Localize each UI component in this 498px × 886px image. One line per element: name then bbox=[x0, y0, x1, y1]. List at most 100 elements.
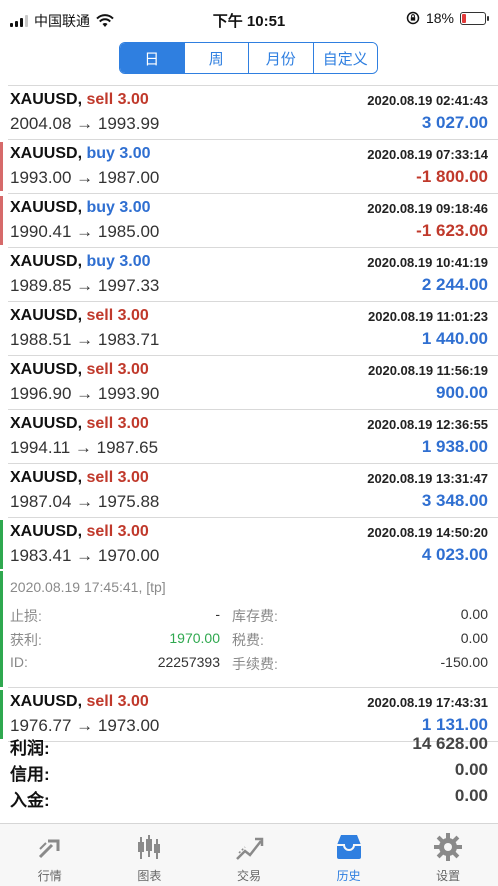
trade-row[interactable]: XAUUSD, buy 3.00 2020.08.19 10:41:19 1989.… bbox=[0, 248, 498, 301]
quotes-icon bbox=[38, 839, 60, 859]
tab-chart[interactable]: 图表 bbox=[100, 824, 200, 886]
segment-custom[interactable]: 自定义 bbox=[312, 43, 377, 73]
trade-side: sell bbox=[86, 415, 114, 432]
trade-comment: 2020.08.19 17:45:41, [tp] bbox=[10, 579, 166, 595]
trade-symbol: XAUUSD, bbox=[10, 361, 83, 378]
tab-label: 历史 bbox=[336, 869, 361, 883]
trade-prices: 1988.51 → 1983.71 bbox=[10, 330, 160, 349]
trade-side: buy bbox=[86, 145, 115, 162]
trade-profit: 3 027.00 bbox=[421, 113, 488, 132]
detail-line: ID: 22257393 手续费: -150.00 bbox=[10, 654, 488, 674]
trade-symbol: XAUUSD, bbox=[10, 693, 83, 710]
detail-line: 止损: - 库存费: 0.00 bbox=[10, 606, 488, 626]
trade-side: sell bbox=[86, 361, 114, 378]
summary-row: 信用: 0.00 bbox=[0, 757, 498, 784]
trade-time: 2020.08.19 12:36:55 bbox=[367, 417, 488, 432]
trade-row[interactable]: XAUUSD, sell 3.00 2020.08.19 13:31:47 1987… bbox=[0, 464, 498, 517]
segment-month[interactable]: 月份 bbox=[248, 43, 313, 73]
trade-time: 2020.08.19 10:41:19 bbox=[367, 255, 488, 270]
trade-time: 2020.08.19 07:33:14 bbox=[367, 147, 488, 162]
trade-header: XAUUSD, sell 3.00 bbox=[10, 91, 149, 109]
segment-day[interactable]: 日 bbox=[120, 43, 184, 73]
trade-header: XAUUSD, sell 3.00 bbox=[10, 415, 149, 433]
detail-value: -150.00 bbox=[440, 654, 488, 670]
trade-profit: 4 023.00 bbox=[421, 545, 488, 564]
trade-header: XAUUSD, buy 3.00 bbox=[10, 253, 151, 271]
trade-volume: 3.00 bbox=[117, 469, 149, 486]
bottom-tab-bar: 行情 图表 交易 历史 设置 bbox=[0, 823, 498, 886]
detail-value: 0.00 bbox=[460, 630, 488, 646]
trade-icon bbox=[236, 837, 264, 860]
segment-week[interactable]: 周 bbox=[183, 43, 248, 73]
summary-row: 利润: 14 628.00 bbox=[0, 731, 498, 758]
row-marker bbox=[0, 196, 3, 245]
trade-profit: -1 800.00 bbox=[416, 167, 488, 186]
trade-time: 2020.08.19 17:43:31 bbox=[367, 695, 488, 710]
trade-row[interactable]: XAUUSD, sell 3.00 2020.08.19 11:56:19 1996… bbox=[0, 356, 498, 409]
gear-icon bbox=[434, 833, 463, 861]
summary-label: 入金: bbox=[10, 791, 50, 810]
trade-symbol: XAUUSD, bbox=[10, 199, 83, 216]
history-icon bbox=[336, 835, 361, 859]
trade-row[interactable]: XAUUSD, buy 3.00 2020.08.19 09:18:46 1990.… bbox=[0, 194, 498, 247]
trade-time: 2020.08.19 11:56:19 bbox=[368, 363, 488, 378]
trade-row[interactable]: XAUUSD, sell 3.00 2020.08.19 12:36:55 1994… bbox=[0, 410, 498, 463]
trade-volume: 3.00 bbox=[117, 91, 149, 108]
trade-time: 2020.08.19 09:18:46 bbox=[367, 201, 488, 216]
trade-row[interactable]: XAUUSD, buy 3.00 2020.08.19 07:33:14 1993.… bbox=[0, 140, 498, 193]
summary-value: 0.00 bbox=[454, 786, 488, 805]
trade-header: XAUUSD, buy 3.00 bbox=[10, 145, 151, 163]
summary-row: 入金: 0.00 bbox=[0, 783, 498, 810]
trade-volume: 3.00 bbox=[117, 361, 149, 378]
tab-trade[interactable]: 交易 bbox=[199, 824, 299, 886]
trade-volume: 3.00 bbox=[119, 145, 151, 162]
trade-prices: 2004.08 → 1993.99 bbox=[10, 114, 160, 133]
tab-settings[interactable]: 设置 bbox=[398, 824, 498, 886]
tab-label: 交易 bbox=[236, 869, 261, 883]
trade-header: XAUUSD, sell 3.00 bbox=[10, 361, 149, 379]
history-list: XAUUSD, sell 3.00 2020.08.19 02:41:43 2004… bbox=[0, 85, 498, 742]
trade-row[interactable]: XAUUSD, sell 3.00 2020.08.19 11:01:23 1988… bbox=[0, 302, 498, 355]
trade-symbol: XAUUSD, bbox=[10, 469, 83, 486]
summary-value: 0.00 bbox=[454, 760, 488, 779]
trade-profit: 1 440.00 bbox=[421, 329, 488, 348]
trade-side: sell bbox=[86, 523, 114, 540]
row-marker bbox=[0, 571, 3, 687]
battery-percent: 18% bbox=[425, 10, 454, 26]
trade-prices: 1983.41 → 1970.00 bbox=[10, 546, 160, 565]
trade-header: XAUUSD, buy 3.00 bbox=[10, 199, 151, 217]
tab-quotes[interactable]: 行情 bbox=[0, 824, 100, 886]
trade-header: XAUUSD, sell 3.00 bbox=[10, 307, 149, 325]
trade-volume: 3.00 bbox=[117, 415, 149, 432]
tab-label: 设置 bbox=[436, 869, 461, 883]
trade-symbol: XAUUSD, bbox=[10, 253, 83, 270]
status-right: 18% bbox=[406, 10, 489, 26]
trade-time: 2020.08.19 14:50:20 bbox=[367, 525, 488, 540]
detail-label: 止损: bbox=[10, 608, 42, 624]
trade-row[interactable]: XAUUSD, sell 3.00 2020.08.19 14:50:20 1983… bbox=[0, 518, 498, 571]
trade-volume: 3.00 bbox=[119, 199, 151, 216]
detail-value: - bbox=[215, 606, 220, 622]
trade-prices: 1996.90 → 1993.90 bbox=[10, 384, 160, 403]
orientation-lock-icon bbox=[406, 11, 420, 25]
trade-prices: 1989.85 → 1997.33 bbox=[10, 276, 160, 295]
trade-header: XAUUSD, sell 3.00 bbox=[10, 693, 149, 711]
detail-label: 库存费: bbox=[232, 608, 278, 624]
trade-details: 2020.08.19 17:45:41, [tp] 止损: - 库存费: 0.00 获利:… bbox=[0, 571, 498, 687]
trade-symbol: XAUUSD, bbox=[10, 523, 83, 540]
trade-symbol: XAUUSD, bbox=[10, 307, 83, 324]
trade-time: 2020.08.19 02:41:43 bbox=[367, 93, 488, 108]
trade-row[interactable]: XAUUSD, sell 3.00 2020.08.19 02:41:43 2004… bbox=[0, 86, 498, 139]
summary-label: 利润: bbox=[10, 739, 50, 758]
trade-side: sell bbox=[86, 693, 114, 710]
trade-side: buy bbox=[86, 253, 115, 270]
trade-volume: 3.00 bbox=[117, 523, 149, 540]
trade-profit: 2 244.00 bbox=[421, 275, 488, 294]
detail-label: 获利: bbox=[10, 632, 42, 648]
trade-header: XAUUSD, sell 3.00 bbox=[10, 523, 149, 541]
detail-value: 22257393 bbox=[157, 654, 220, 670]
detail-label: 手续费: bbox=[232, 656, 278, 672]
row-marker bbox=[0, 520, 3, 569]
detail-label: ID: bbox=[10, 654, 28, 670]
tab-history[interactable]: 历史 bbox=[299, 824, 399, 886]
